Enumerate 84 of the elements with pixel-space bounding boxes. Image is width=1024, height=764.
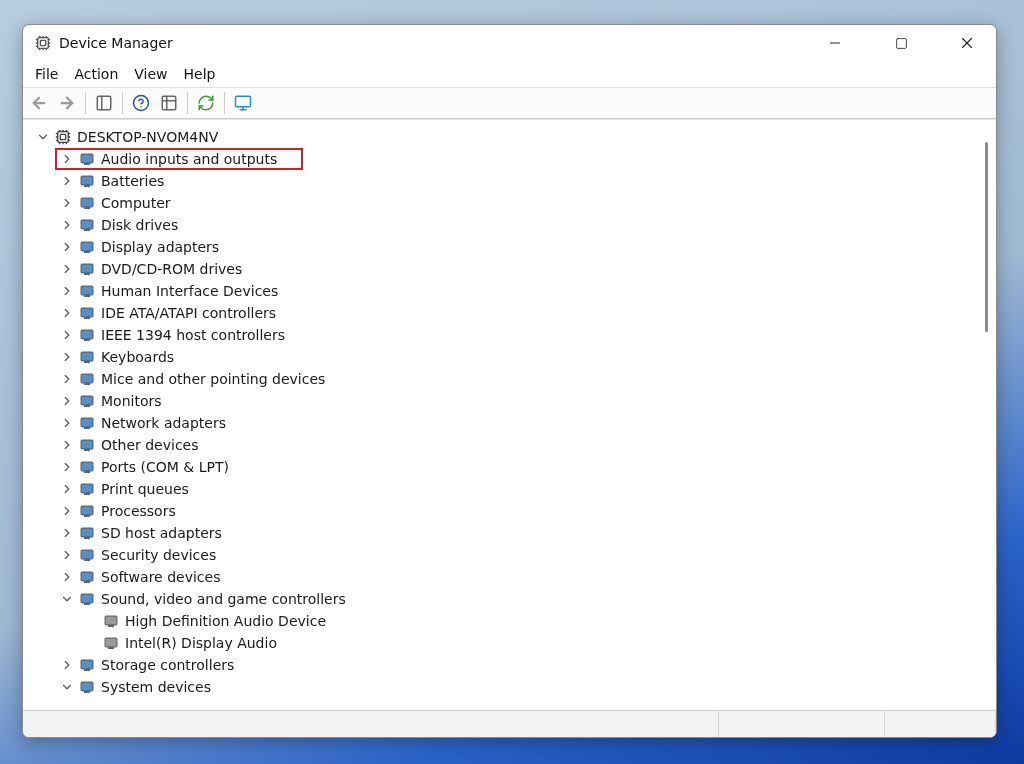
device-icon [79,415,95,431]
device-icon [79,327,95,343]
tree-row[interactable]: Disk drives [55,214,205,236]
tree-row[interactable]: SD host adapters [55,522,248,544]
device-icon [79,239,95,255]
device-icon [79,591,95,607]
maximize-icon[interactable] [894,36,908,50]
tree-item[interactable]: IEEE 1394 host controllers [101,327,285,343]
tree-row[interactable]: Processors [55,500,202,522]
tree-item[interactable]: Human Interface Devices [101,283,279,299]
tree-item[interactable]: Display adapters [101,239,220,255]
tree-row[interactable]: IDE ATA/ATAPI controllers [55,302,303,324]
tree-row[interactable]: Network adapters [55,412,252,434]
tree-item[interactable]: Processors [101,503,176,519]
tree-item[interactable]: SD host adapters [101,525,222,541]
device-icon [79,173,95,189]
device-icon [79,195,95,211]
tree-row[interactable]: IEEE 1394 host controllers [55,324,311,346]
device-icon [79,371,95,387]
tree-row[interactable]: System devices [55,676,237,698]
tree-item[interactable]: Intel(R) Display Audio [125,635,277,651]
tree-item[interactable]: Mice and other pointing devices [101,371,326,387]
tree-item[interactable]: Computer [101,195,171,211]
device-icon [79,459,95,475]
tree-item[interactable]: Software devices [101,569,221,585]
device-icon [79,393,95,409]
device-icon [79,679,95,695]
tree-row[interactable]: Print queues [55,478,215,500]
device-icon [79,547,95,563]
device-icon [79,525,95,541]
device-icon [79,569,95,585]
tree-row[interactable]: Software devices [55,566,247,588]
tree-row[interactable]: Mice and other pointing devices [55,368,352,390]
computer-icon [55,129,71,145]
tree-item[interactable]: IDE ATA/ATAPI controllers [101,305,277,321]
device-icon [79,151,95,167]
menu-item[interactable]: File [29,64,65,84]
tree-row[interactable]: Computer [55,192,197,214]
device-icon [79,481,95,497]
tree-item[interactable]: Monitors [101,393,162,409]
device-icon [79,437,95,453]
device-icon [103,635,119,651]
tree-row[interactable]: Sound, video and game controllers [55,588,372,610]
device-icon [79,261,95,277]
device-icon [103,613,119,629]
tree-row[interactable]: DVD/CD-ROM drives [55,258,269,280]
device-icon [79,503,95,519]
tree-row[interactable]: Ports (COM & LPT) [55,456,255,478]
tree-item[interactable]: Sound, video and game controllers [101,591,346,607]
tree-item[interactable]: Audio inputs and outputs [101,151,278,167]
tree-row[interactable]: Intel(R) Display Audio [79,632,303,654]
device-icon [79,217,95,233]
tree-row[interactable]: Other devices [55,434,225,456]
tree-item[interactable]: High Definition Audio Device [125,613,326,629]
menu-item[interactable]: View [128,64,174,84]
device-icon [79,657,95,673]
tree-item[interactable]: Disk drives [101,217,179,233]
tree-row[interactable]: Human Interface Devices [55,280,305,302]
menu-item[interactable]: Action [68,64,125,84]
tree-item[interactable]: Security devices [101,547,217,563]
tree-item[interactable]: Keyboards [101,349,175,365]
tree-item[interactable]: Ports (COM & LPT) [101,459,229,475]
tree-item[interactable]: Print queues [101,481,189,497]
tree-row[interactable]: High Definition Audio Device [79,610,352,632]
tree-item[interactable]: Other devices [101,437,199,453]
window-title: Device Manager [59,35,174,51]
tree-row[interactable]: Keyboards [55,346,201,368]
menu-item[interactable]: Help [177,64,222,84]
tree-row[interactable]: Display adapters [55,236,246,258]
tree-row[interactable]: Batteries [55,170,191,192]
device-icon [79,305,95,321]
app-icon [35,35,51,51]
tree-row[interactable]: Monitors [55,390,188,412]
tree-item[interactable]: Batteries [101,173,165,189]
tree-item[interactable]: DESKTOP-NVOM4NV [77,129,219,145]
device-icon [79,283,95,299]
tree-item[interactable]: DVD/CD-ROM drives [101,261,243,277]
tree-item[interactable]: System devices [101,679,211,695]
device-icon [79,349,95,365]
tree-item[interactable]: Network adapters [101,415,226,431]
tree-item[interactable]: Storage controllers [101,657,235,673]
tree-row[interactable]: DESKTOP-NVOM4NV [31,126,245,148]
tree-row[interactable]: Storage controllers [55,654,261,676]
tree-row[interactable]: Security devices [55,544,243,566]
